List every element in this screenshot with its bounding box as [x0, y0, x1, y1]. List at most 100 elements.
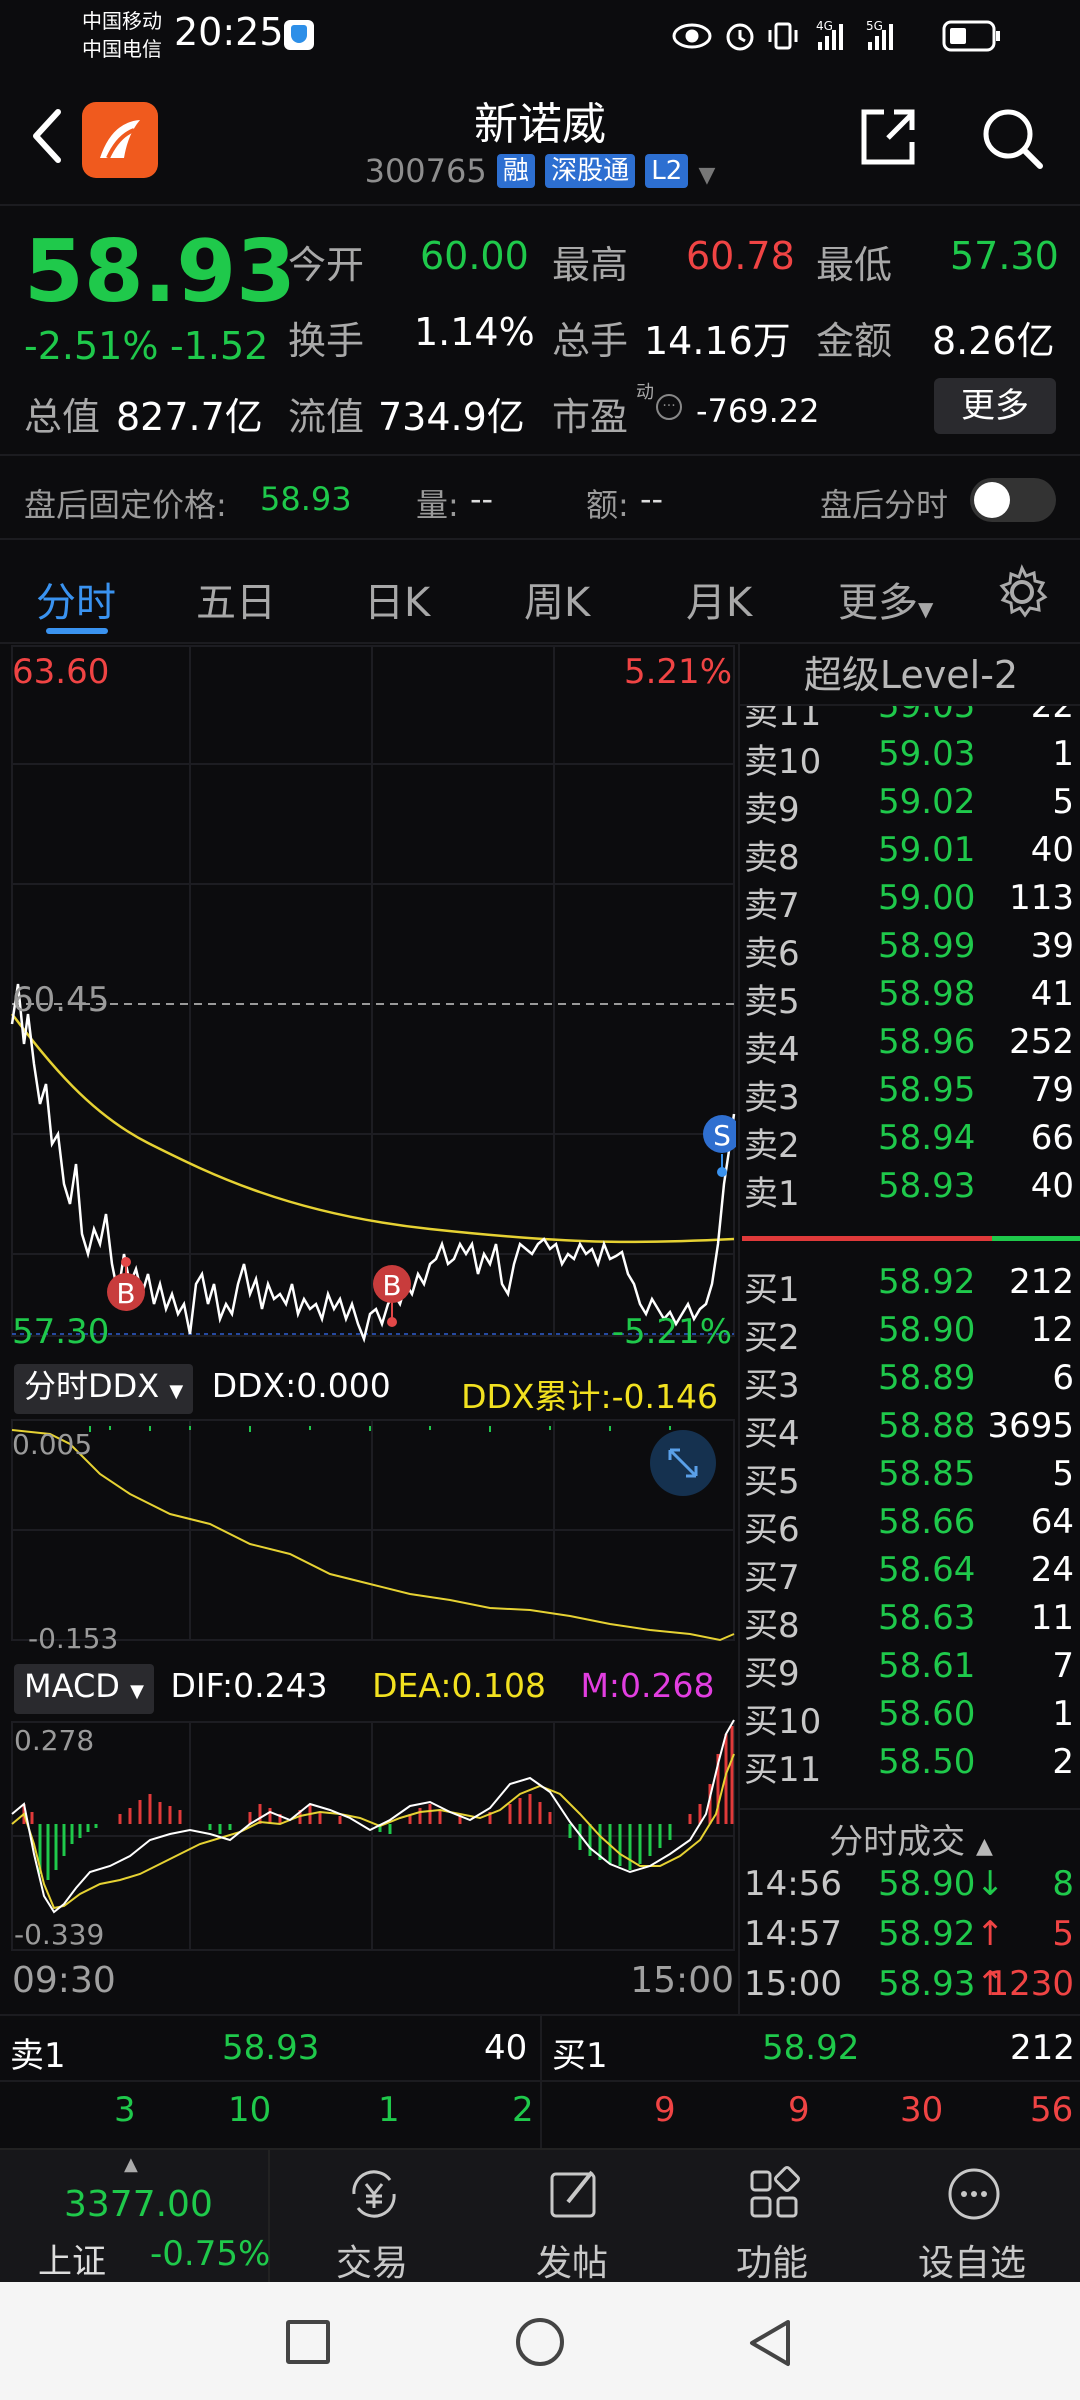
ask-row[interactable]: 卖8 59.01 40: [740, 830, 1080, 878]
summary-hline: [0, 2080, 1080, 2082]
after-hours-toggle[interactable]: [970, 478, 1056, 522]
chart-area[interactable]: B B S 63.60 5.21% 60.45 57.30 -5.21% 分时D…: [10, 644, 736, 2014]
ask-level-label: 卖6: [744, 934, 800, 974]
ddx-axis-bottom: -0.153: [28, 1622, 119, 1655]
caret-down-icon: ▼: [169, 1381, 184, 1402]
ask-quantity: 40: [1030, 1166, 1074, 1206]
macd-axis-top: 0.278: [14, 1724, 95, 1757]
ask-bid-ratio-red: [742, 1236, 992, 1241]
ask-row[interactable]: 卖5 58.98 41: [740, 974, 1080, 1022]
bid-row[interactable]: 买10 58.60 1: [740, 1694, 1080, 1742]
bid-row[interactable]: 买5 58.85 5: [740, 1454, 1080, 1502]
macd-red-bars: [22, 1726, 734, 1824]
bid-quantity: 6: [1052, 1358, 1074, 1398]
search-icon[interactable]: [978, 104, 1048, 174]
more-button[interactable]: 更多: [934, 378, 1056, 434]
ask-row[interactable]: 卖3 58.95 79: [740, 1070, 1080, 1118]
trade-time: 14:57: [744, 1914, 842, 1954]
nav-functions[interactable]: 功能: [672, 2150, 872, 2284]
ask-row[interactable]: 卖7 59.00 113: [740, 878, 1080, 926]
trade-price: 58.93: [878, 1964, 976, 2004]
level2-title[interactable]: 超级Level-2: [740, 644, 1080, 706]
bid-row[interactable]: 买7 58.64 24: [740, 1550, 1080, 1598]
tab-intraday[interactable]: 分时: [36, 570, 116, 628]
ask-row[interactable]: 卖1 58.93 40: [740, 1166, 1080, 1214]
bid-price: 58.64: [878, 1550, 976, 1590]
after-hours-vol: --: [470, 480, 494, 518]
bid-row[interactable]: 买3 58.89 6: [740, 1358, 1080, 1406]
macd-selector[interactable]: MACD ▼: [14, 1664, 154, 1714]
tab-more[interactable]: 更多▼: [838, 570, 933, 628]
bid-row[interactable]: 买8 58.63 11: [740, 1598, 1080, 1646]
buy-marker-1-label: B: [116, 1277, 135, 1310]
price-axis-top: 63.60: [12, 652, 110, 692]
tab-weekly-k[interactable]: 周K: [524, 570, 590, 628]
trade-quantity: 8: [1052, 1864, 1074, 1904]
nav-functions-label: 功能: [735, 2243, 808, 2284]
ask-quantity: 252: [1009, 1022, 1074, 1062]
ask-row[interactable]: 卖4 58.96 252: [740, 1022, 1080, 1070]
buy-queue-1: 9: [654, 2090, 676, 2130]
nav-post[interactable]: 发帖: [472, 2150, 672, 2284]
after-hours-price: 58.93: [260, 480, 352, 518]
after-hours-toggle-label: 盘后分时: [820, 486, 949, 524]
share-icon[interactable]: [854, 104, 920, 170]
bid-row[interactable]: 买4 58.88 3695: [740, 1406, 1080, 1454]
arrow-up-icon: ↑: [976, 1914, 1005, 1954]
price-axis-mid: 60.45: [12, 980, 110, 1020]
bid-row[interactable]: 买9 58.61 7: [740, 1646, 1080, 1694]
bid-row[interactable]: 买2 58.90 12: [740, 1310, 1080, 1358]
edit-post-icon: [550, 2170, 596, 2218]
bid-price: 58.63: [878, 1598, 976, 1638]
bid-list-container: 买1 58.92 212 买2 58.90 12 买3 58.89 6 买4 58.88 3695 买5…: [740, 1262, 1080, 1812]
info-dots-icon[interactable]: ···: [656, 394, 682, 420]
bid-level-label: 买11: [744, 1750, 822, 1790]
sell-queue-1: 3: [114, 2090, 136, 2130]
expand-icon[interactable]: [650, 1430, 716, 1496]
trade-time: 14:56: [744, 1864, 842, 1904]
app-shield-icon: [284, 20, 314, 50]
order-book-panel[interactable]: 超级Level-2 卖11 59.05 22 卖10 59.03 1 卖9 59.02 5 卖8 5…: [738, 644, 1080, 2014]
ask-row[interactable]: 卖2 58.94 66: [740, 1118, 1080, 1166]
low-label: 最低: [816, 243, 893, 287]
trade-time: 15:00: [744, 1964, 842, 2004]
back-triangle-icon[interactable]: [744, 2316, 794, 2370]
more-dots-icon: [948, 2168, 1000, 2220]
ask-row[interactable]: 卖10 59.03 1: [740, 734, 1080, 782]
home-icon[interactable]: [516, 2318, 564, 2366]
dropdown-triangle-icon[interactable]: ▼: [698, 163, 715, 188]
settings-gear-icon[interactable]: [994, 564, 1050, 620]
system-nav-bar: [0, 2282, 1080, 2400]
trades-title[interactable]: 分时成交 ▲: [740, 1814, 1080, 1863]
bid-row[interactable]: 买11 58.50 2: [740, 1742, 1080, 1790]
macd-axis-bottom: -0.339: [14, 1918, 105, 1951]
ddx-selector[interactable]: 分时DDX ▼: [14, 1364, 194, 1414]
bid-row[interactable]: 买1 58.92 212: [740, 1262, 1080, 1310]
trade-yen-icon: [352, 2170, 396, 2218]
tab-five-day[interactable]: 五日: [196, 570, 276, 628]
bid-row[interactable]: 买6 58.66 64: [740, 1502, 1080, 1550]
buy-queue-3: 30: [900, 2090, 944, 2130]
bid-quantity: 1: [1052, 1694, 1074, 1734]
index-ticker[interactable]: ▲ 3377.00 上证 -0.75%: [0, 2150, 270, 2284]
caret-down-icon: ▼: [918, 597, 934, 621]
tab-daily-k[interactable]: 日K: [364, 570, 430, 628]
nav-trade[interactable]: 交易: [272, 2150, 472, 2284]
ask-price: 59.00: [878, 878, 976, 918]
ask-level-label: 卖11: [744, 706, 822, 734]
ask-row[interactable]: 卖9 59.02 5: [740, 782, 1080, 830]
bid-price: 58.50: [878, 1742, 976, 1782]
ask-price: 59.05: [878, 706, 976, 726]
ask-list: 卖11 59.05 22 卖10 59.03 1 卖9 59.02 5 卖8 59.01 40 卖7 59…: [740, 706, 1080, 1276]
ask-row[interactable]: 卖11 59.05 22: [740, 706, 1080, 734]
ddx-axis-top: 0.005: [12, 1428, 93, 1461]
trade-price: 58.90: [878, 1864, 976, 1904]
tab-monthly-k[interactable]: 月K: [686, 570, 752, 628]
bid-quantity: 3695: [987, 1406, 1074, 1446]
ask-price: 58.98: [878, 974, 976, 1014]
recent-apps-icon[interactable]: [286, 2320, 330, 2364]
index-change: -0.75%: [150, 2234, 271, 2274]
nav-watchlist[interactable]: 设自选: [872, 2150, 1072, 2284]
ask-row[interactable]: 卖6 58.99 39: [740, 926, 1080, 974]
svg-text:4G: 4G: [816, 19, 833, 33]
